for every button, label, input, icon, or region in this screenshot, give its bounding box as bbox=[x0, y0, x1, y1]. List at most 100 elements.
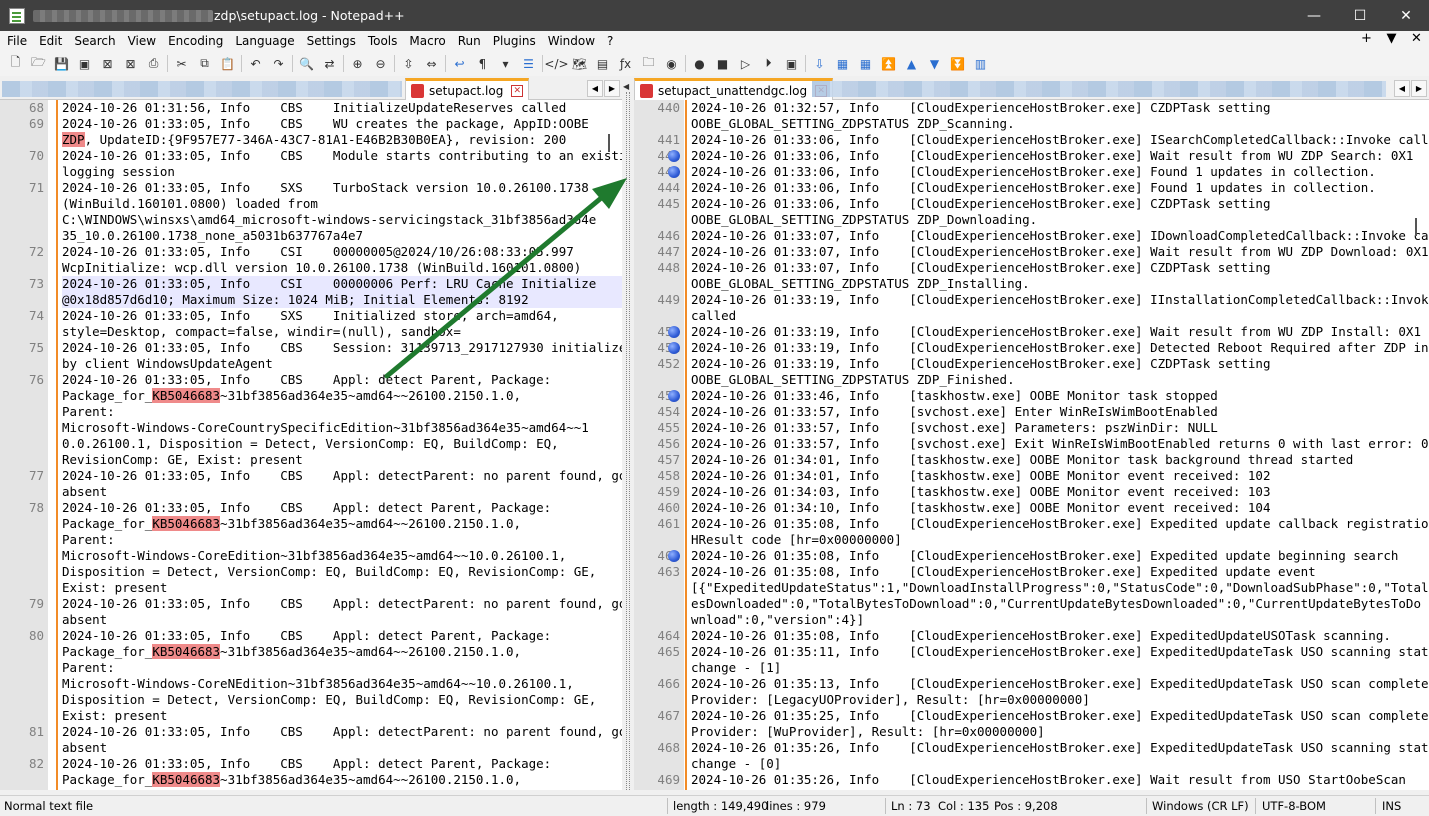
indent-guide-icon[interactable]: ☰ bbox=[517, 53, 540, 74]
paste-icon[interactable]: 📋 bbox=[216, 53, 239, 74]
text-line[interactable]: 2024-10-26 01:33:05, Info CBS Appl: dete… bbox=[62, 372, 622, 388]
text-line[interactable]: 2024-10-26 01:33:05, Info SXS TurboStack… bbox=[62, 180, 622, 196]
text-line[interactable]: Provider: [LegacyUOProvider], Result: [h… bbox=[691, 692, 1429, 708]
text-line[interactable]: absent bbox=[62, 484, 622, 500]
text-line[interactable]: Microsoft-Windows-CoreNEdition~31bf3856a… bbox=[62, 676, 622, 692]
tab-close-icon[interactable]: ✕ bbox=[511, 84, 524, 97]
menu-encoding[interactable]: Encoding bbox=[161, 34, 228, 48]
text-line[interactable]: 2024-10-26 01:35:08, Info [CloudExperien… bbox=[691, 516, 1429, 532]
left-editor[interactable]: 68 69 70 71 72 73 74 75 76 77 78 79 80 81 82 2024-10-2… bbox=[0, 100, 622, 790]
text-line[interactable]: 2024-10-26 01:33:07, Info [CloudExperien… bbox=[691, 260, 1429, 276]
text-line[interactable]: 35_10.0.26100.1738_none_a5031b637767a4e7 bbox=[62, 228, 622, 244]
bookmark-icon[interactable] bbox=[668, 326, 680, 338]
show-all-chars-icon[interactable]: ¶ bbox=[471, 53, 494, 74]
text-line[interactable]: Parent: bbox=[62, 660, 622, 676]
maximize-button[interactable]: ☐ bbox=[1337, 0, 1383, 31]
text-line[interactable]: 2024-10-26 01:33:57, Info [svchost.exe] … bbox=[691, 420, 1429, 436]
tab-scroll-right-icon[interactable]: ▶ bbox=[604, 80, 620, 97]
text-line[interactable]: 2024-10-26 01:32:57, Info [CloudExperien… bbox=[691, 100, 1429, 116]
text-line[interactable]: 2024-10-26 01:33:05, Info CBS Module sta… bbox=[62, 148, 622, 164]
text-line[interactable]: 2024-10-26 01:35:13, Info [CloudExperien… bbox=[691, 676, 1429, 692]
pane-splitter[interactable]: ◀ bbox=[622, 78, 634, 790]
text-line[interactable]: 2024-10-26 01:35:08, Info [CloudExperien… bbox=[691, 548, 1429, 564]
text-line[interactable]: 2024-10-26 01:33:19, Info [CloudExperien… bbox=[691, 340, 1429, 356]
text-line[interactable]: 2024-10-26 01:33:07, Info [CloudExperien… bbox=[691, 228, 1429, 244]
sync-horizontal-icon[interactable]: ⇔ bbox=[420, 53, 443, 74]
find-icon[interactable]: 🔍 bbox=[295, 53, 318, 74]
text-line[interactable]: 2024-10-26 01:33:19, Info [CloudExperien… bbox=[691, 292, 1429, 308]
text-line[interactable]: 2024-10-26 01:35:08, Info [CloudExperien… bbox=[691, 628, 1429, 644]
tab-setupact-unattendgc-log[interactable]: setupact_unattendgc.log ✕ bbox=[634, 78, 834, 100]
text-line[interactable]: 2024-10-26 01:33:06, Info [CloudExperien… bbox=[691, 148, 1429, 164]
text-line[interactable]: 2024-10-26 01:33:46, Info [taskhostw.exe… bbox=[691, 388, 1429, 404]
text-line[interactable]: 2024-10-26 01:35:25, Info [CloudExperien… bbox=[691, 708, 1429, 724]
menu-tools[interactable]: Tools bbox=[361, 34, 403, 48]
xml-tag-icon[interactable]: </> bbox=[544, 53, 568, 74]
monitoring-icon[interactable]: ◉ bbox=[660, 53, 683, 74]
bookmark-icon[interactable] bbox=[668, 342, 680, 354]
copy-icon[interactable]: ⧉ bbox=[193, 53, 216, 74]
text-line[interactable]: [{"ExpeditedUpdateStatus":1,"DownloadIns… bbox=[691, 580, 1429, 596]
text-line[interactable]: 0.0.26100.1, Disposition = Detect, Versi… bbox=[62, 436, 622, 452]
document-list-icon[interactable]: ▤ bbox=[591, 53, 614, 74]
text-line[interactable]: change - [0] bbox=[691, 756, 1429, 772]
text-line[interactable]: 2024-10-26 01:33:05, Info CBS Session: 3… bbox=[62, 340, 622, 356]
text-line[interactable]: logging session bbox=[62, 164, 622, 180]
add-tab-button[interactable]: + bbox=[1354, 31, 1379, 46]
text-line[interactable]: 2024-10-26 01:33:05, Info CBS Appl: dete… bbox=[62, 756, 622, 772]
close-icon[interactable]: ⊠ bbox=[96, 53, 119, 74]
menu-macro[interactable]: Macro bbox=[402, 34, 450, 48]
text-line[interactable]: 2024-10-26 01:33:57, Info [svchost.exe] … bbox=[691, 436, 1429, 452]
play-macro-icon[interactable]: ▷ bbox=[734, 53, 757, 74]
text-line[interactable]: 2024-10-26 01:34:03, Info [taskhostw.exe… bbox=[691, 484, 1429, 500]
text-line[interactable]: 2024-10-26 01:33:05, Info CBS Appl: dete… bbox=[62, 724, 622, 740]
text-line[interactable]: absent bbox=[62, 740, 622, 756]
menu-search[interactable]: Search bbox=[67, 34, 120, 48]
text-line[interactable]: 2024-10-26 01:33:19, Info [CloudExperien… bbox=[691, 356, 1429, 372]
folder-workspace-icon[interactable]: 🗀 bbox=[637, 53, 660, 74]
text-line[interactable]: Package_for_KB5046683~31bf3856ad364e35~a… bbox=[62, 644, 622, 660]
right-editor[interactable]: 440 441442443444445 446447448 449 450451452 4… bbox=[634, 100, 1429, 790]
menu-run[interactable]: Run bbox=[451, 34, 486, 48]
dropdown-icon[interactable]: ▾ bbox=[494, 53, 517, 74]
open-file-icon[interactable]: 🗁 bbox=[27, 53, 50, 74]
text-line[interactable]: Package_for_KB5046683~31bf3856ad364e35~a… bbox=[62, 772, 622, 788]
text-line[interactable]: @0x18d857d6d10; Maximum Size: 1024 MiB; … bbox=[62, 292, 622, 308]
text-line[interactable]: OOBE_GLOBAL_SETTING_ZDPSTATUS ZDP_Instal… bbox=[691, 276, 1429, 292]
word-wrap-icon[interactable]: ↩ bbox=[448, 53, 471, 74]
text-line[interactable]: style=Desktop, compact=false, windir=(nu… bbox=[62, 324, 622, 340]
sync-vertical-icon[interactable]: ⇳ bbox=[397, 53, 420, 74]
save-icon[interactable]: 💾 bbox=[50, 53, 73, 74]
text-line[interactable]: 2024-10-26 01:33:19, Info [CloudExperien… bbox=[691, 324, 1429, 340]
text-line[interactable]: OOBE_GLOBAL_SETTING_ZDPSTATUS ZDP_Scanni… bbox=[691, 116, 1429, 132]
text-line[interactable]: 2024-10-26 01:33:06, Info [CloudExperien… bbox=[691, 164, 1429, 180]
text-line[interactable]: Exist: present bbox=[62, 708, 622, 724]
text-line[interactable]: wnload":0,"version":4}] bbox=[691, 612, 1429, 628]
new-file-icon[interactable]: 🗋 bbox=[4, 53, 27, 74]
tab-scroll-left-icon[interactable]: ◀ bbox=[1394, 80, 1410, 97]
zoom-in-icon[interactable]: ⊕ bbox=[346, 53, 369, 74]
close-button[interactable]: ✕ bbox=[1383, 0, 1429, 31]
plugin-b-icon[interactable]: ▦ bbox=[831, 53, 854, 74]
text-line[interactable]: 2024-10-26 01:33:06, Info [CloudExperien… bbox=[691, 132, 1429, 148]
menu-window[interactable]: Window bbox=[541, 34, 600, 48]
close-all-icon[interactable]: ⊠ bbox=[119, 53, 142, 74]
text-line[interactable]: 2024-10-26 01:33:05, Info CSI 00000005@2… bbox=[62, 244, 622, 260]
text-line[interactable]: (WinBuild.160101.0800) loaded from bbox=[62, 196, 622, 212]
text-line[interactable]: absent bbox=[62, 612, 622, 628]
menu-settings[interactable]: Settings bbox=[300, 34, 361, 48]
text-line[interactable]: Parent: bbox=[62, 404, 622, 420]
play-multiple-icon[interactable]: ⏵ bbox=[757, 53, 780, 74]
bookmark-icon[interactable] bbox=[668, 150, 680, 162]
menu-language[interactable]: Language bbox=[228, 34, 299, 48]
text-line[interactable]: Exist: present bbox=[62, 580, 622, 596]
plugin-up-icon[interactable]: ▲ bbox=[900, 53, 923, 74]
plugin-d-icon[interactable]: ⏫ bbox=[877, 53, 900, 74]
plugin-down-icon[interactable]: ▼ bbox=[923, 53, 946, 74]
menu-view[interactable]: View bbox=[121, 34, 161, 48]
text-line[interactable]: Package_for_KB5046683~31bf3856ad364e35~a… bbox=[62, 516, 622, 532]
text-line[interactable]: 2024-10-26 01:31:56, Info CBS Initialize… bbox=[62, 100, 622, 116]
replace-icon[interactable]: ⇄ bbox=[318, 53, 341, 74]
redo-icon[interactable]: ↷ bbox=[267, 53, 290, 74]
text-line[interactable]: 2024-10-26 01:33:05, Info CSI 00000006 P… bbox=[62, 276, 622, 292]
